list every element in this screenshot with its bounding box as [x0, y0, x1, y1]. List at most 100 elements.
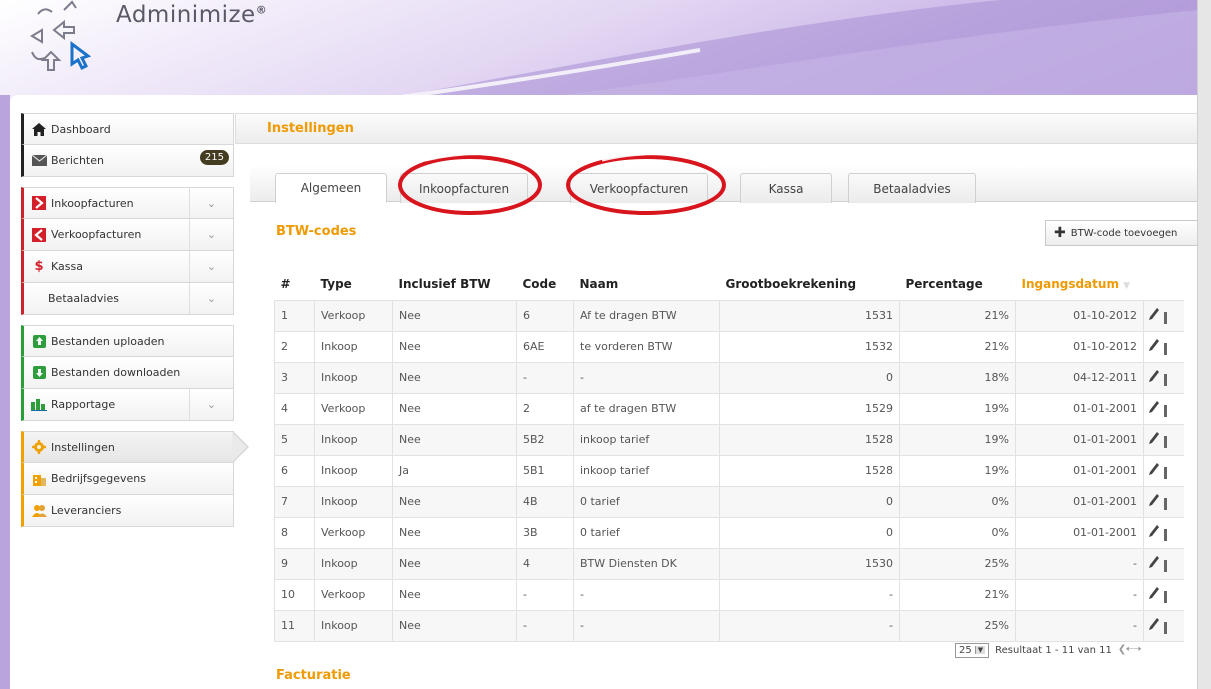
column-header[interactable]: Grootboekrekening: [720, 269, 900, 300]
delete-icon[interactable]: [1164, 529, 1167, 541]
suppliers-icon: [31, 504, 47, 518]
table-row[interactable]: 4 Verkoop Nee 2 af te dragen BTW 1529 19% 01-01…: [274, 392, 1184, 425]
table-row[interactable]: 6 Inkoop Ja 5B1 inkoop tarief 1528 19% 01-01-20…: [274, 454, 1184, 487]
cell-inclusief-btw: Nee: [392, 578, 517, 611]
column-header[interactable]: Percentage: [900, 269, 1016, 300]
sidebar-item-bestanden-downloaden[interactable]: Bestanden downloaden: [21, 357, 234, 389]
cell-index: 6: [274, 454, 315, 487]
delete-icon[interactable]: [1164, 312, 1167, 324]
table-row[interactable]: 5 Inkoop Nee 5B2 inkoop tarief 1528 19% 01-01-2…: [274, 423, 1184, 456]
sidebar-item-label: Leveranciers: [51, 504, 122, 517]
result-count: Resultaat 1 - 11 van 11: [995, 644, 1112, 656]
cell-inclusief-btw: Nee: [392, 361, 517, 394]
column-header[interactable]: Naam: [574, 269, 720, 300]
cell-type: Inkoop: [314, 454, 393, 487]
frame-top-edge: [10, 95, 1197, 103]
cell-index: 11: [274, 609, 315, 642]
cell-naam: -: [573, 609, 720, 642]
sidebar-item-label: Inkoopfacturen: [51, 196, 134, 210]
sidebar-item-instellingen[interactable]: Instellingen: [21, 431, 249, 463]
tab-kassa[interactable]: Kassa: [740, 173, 832, 203]
delete-icon[interactable]: [1164, 405, 1167, 417]
cell-grootboekrekening: 0: [719, 516, 900, 549]
cell-grootboekrekening: 1531: [719, 299, 900, 332]
cell-code: -: [516, 609, 574, 642]
sidebar-item-dashboard[interactable]: Dashboard: [21, 113, 234, 145]
column-header-sorted[interactable]: Ingangsdatum ▼: [1016, 269, 1144, 300]
delete-icon[interactable]: [1164, 560, 1167, 572]
edit-pencil-icon[interactable]: [1148, 524, 1160, 538]
column-header[interactable]: Code: [517, 269, 574, 300]
arrow-left-red-icon: [31, 227, 47, 242]
table-row[interactable]: 2 Inkoop Nee 6AE te vorderen BTW 1532 21% 01-10…: [274, 330, 1184, 363]
column-header-label: Ingangsdatum: [1021, 277, 1119, 292]
cell-ingangsdatum: 04-12-2011: [1015, 361, 1144, 394]
chevron-down-icon[interactable]: ⌄: [189, 188, 233, 218]
table-row[interactable]: 1 Verkoop Nee 6 Af te dragen BTW 1531 21% 01-10…: [274, 299, 1184, 332]
table-row[interactable]: 10 Verkoop Nee - - -21% -: [274, 578, 1184, 611]
row-actions: [1143, 454, 1184, 487]
pager-arrows: ❮ 🠠 🠢: [1118, 642, 1142, 659]
download-icon: [31, 366, 47, 380]
sidebar-item-label: Instellingen: [51, 440, 115, 454]
delete-icon[interactable]: [1164, 374, 1167, 386]
tab-betaaladvies[interactable]: Betaaladvies: [848, 173, 976, 203]
sidebar-item-bedrijfsgegevens[interactable]: Bedrijfsgegevens: [21, 463, 234, 495]
cell-grootboekrekening: 1532: [719, 330, 900, 363]
table-row[interactable]: 9 Inkoop Nee 4 BTW Diensten DK 1530 25% -: [274, 547, 1184, 580]
chevron-down-icon[interactable]: ⌄: [189, 389, 233, 420]
add-btw-code-button[interactable]: ✚ BTW-code toevoegen: [1045, 220, 1197, 246]
chevron-down-icon[interactable]: ⌄: [189, 283, 233, 314]
sidebar-item-rapportage[interactable]: Rapportage ⌄: [21, 389, 234, 421]
upload-icon: [31, 334, 47, 348]
column-header[interactable]: Type: [315, 269, 393, 300]
edit-pencil-icon[interactable]: [1148, 586, 1160, 600]
edit-pencil-icon[interactable]: [1148, 555, 1160, 569]
delete-icon[interactable]: [1164, 343, 1167, 355]
column-header[interactable]: Inclusief BTW: [393, 269, 517, 300]
delete-icon[interactable]: [1164, 591, 1167, 603]
edit-pencil-icon[interactable]: [1148, 431, 1160, 445]
delete-icon[interactable]: [1164, 436, 1167, 448]
table-row[interactable]: 8 Verkoop Nee 3B 0 tarief 0 0% 01-01-2001: [274, 516, 1184, 549]
edit-pencil-icon[interactable]: [1148, 617, 1160, 631]
window-scrollbar[interactable]: [1197, 0, 1211, 689]
cell-grootboekrekening: 0: [719, 361, 900, 394]
cell-ingangsdatum: -: [1015, 547, 1144, 580]
row-actions: [1143, 299, 1184, 332]
table-row[interactable]: 7 Inkoop Nee 4B 0 tarief 0 0% 01-01-2001: [274, 485, 1184, 518]
sidebar-item-bestanden-uploaden[interactable]: Bestanden uploaden: [21, 325, 234, 357]
row-actions: [1143, 547, 1184, 580]
edit-pencil-icon[interactable]: [1148, 400, 1160, 414]
tab-label: Kassa: [768, 181, 804, 196]
sidebar-item-inkoopfacturen[interactable]: Inkoopfacturen ⌄: [21, 187, 234, 219]
tab-verkoopfacturen[interactable]: Verkoopfacturen: [570, 173, 708, 203]
column-header[interactable]: #: [275, 269, 315, 300]
delete-icon[interactable]: [1164, 467, 1167, 479]
delete-icon[interactable]: [1164, 622, 1167, 634]
edit-pencil-icon[interactable]: [1148, 493, 1160, 507]
next-page-icon[interactable]: 🠢: [1133, 644, 1141, 655]
cell-code: 2: [516, 392, 574, 425]
cell-inclusief-btw: Nee: [392, 330, 517, 363]
delete-icon[interactable]: [1164, 498, 1167, 510]
sidebar-item-berichten[interactable]: Berichten 215: [21, 145, 234, 177]
chevron-down-icon[interactable]: ⌄: [189, 251, 233, 282]
sidebar-item-kassa[interactable]: $ Kassa ⌄: [21, 251, 234, 283]
edit-pencil-icon[interactable]: [1148, 307, 1160, 321]
edit-pencil-icon[interactable]: [1148, 369, 1160, 383]
table-row[interactable]: 3 Inkoop Nee - -0 18% 04-12-2011: [274, 361, 1184, 394]
prev-page-icon[interactable]: ❮: [1118, 644, 1127, 655]
table-row[interactable]: 11 Inkoop Nee - - -25% -: [274, 609, 1184, 642]
chevron-down-icon[interactable]: ⌄: [189, 219, 233, 250]
edit-pencil-icon[interactable]: [1148, 338, 1160, 352]
tab-inkoopfacturen[interactable]: Inkoopfacturen: [400, 173, 528, 203]
page-size-select[interactable]: 25 ▼: [955, 642, 990, 658]
cell-type: Verkoop: [314, 516, 393, 549]
sidebar-item-verkoopfacturen[interactable]: Verkoopfacturen ⌄: [21, 219, 234, 251]
edit-pencil-icon[interactable]: [1148, 462, 1160, 476]
sidebar-item-betaaladvies[interactable]: Betaaladvies ⌄: [21, 283, 234, 315]
first-arrow-icon[interactable]: 🠠: [1125, 644, 1133, 655]
sidebar-item-leveranciers[interactable]: Leveranciers: [21, 495, 234, 527]
tab-algemeen[interactable]: Algemeen: [275, 173, 387, 203]
